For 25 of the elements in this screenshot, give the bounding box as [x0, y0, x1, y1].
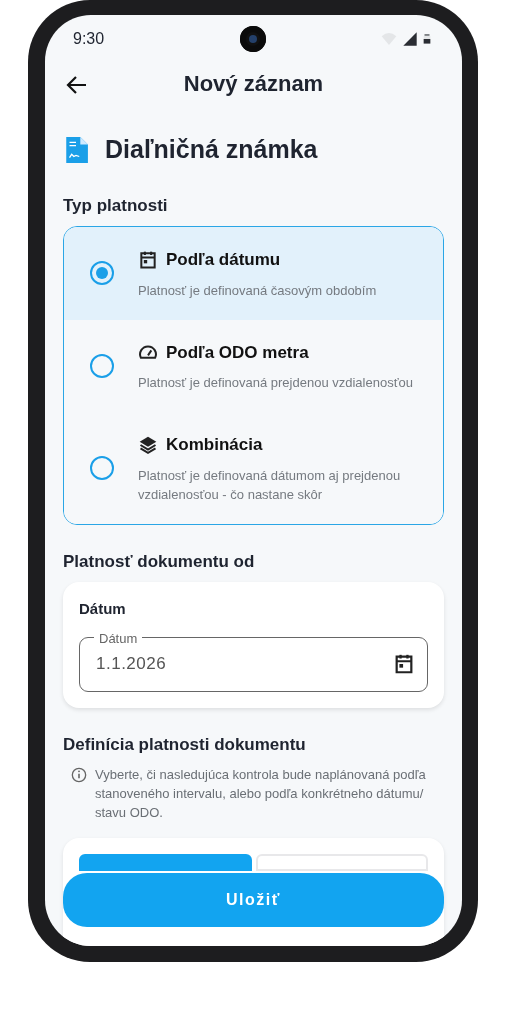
- document-title: Diaľničná známka: [105, 134, 318, 165]
- radio-button[interactable]: [90, 455, 114, 480]
- info-text: Vyberte, či nasledujúca kontrola bude naplánovaná podľa stanoveného intervalu, alebo podľa konkrétneho dátumu/ stavu ODO.: [95, 766, 427, 822]
- option-row[interactable]: Podľa dátumu Platnosť je definovaná časovým obdobím: [64, 227, 443, 320]
- calendar-icon: [138, 249, 158, 270]
- section-heading: Typ platnosti: [63, 194, 169, 217]
- option-description: Platnosť je definovaná časovým obdobím: [138, 281, 377, 300]
- signal-icon: [402, 31, 418, 47]
- layers-icon: [138, 434, 158, 455]
- section-heading: Platnosť dokumentu od: [63, 550, 256, 573]
- screen-title: Nový záznam: [182, 70, 325, 98]
- section-heading: Definícia platnosti dokumentu: [63, 733, 307, 756]
- radio-button[interactable]: [90, 353, 114, 378]
- info-icon: [71, 767, 87, 783]
- radio-button[interactable]: [90, 261, 114, 286]
- time-text: 9:30: [73, 29, 105, 49]
- option-title: Podľa dátumu: [166, 249, 281, 271]
- camera-hole: [240, 26, 266, 52]
- option-description: Platnosť je definovaná dátumom aj prejdenou vzdialenosťou - čo nastane skôr: [138, 466, 402, 504]
- field-value: 1.1.2026: [96, 653, 167, 676]
- card-label: Dátum: [79, 599, 127, 619]
- option-title: Kombinácia: [166, 434, 263, 456]
- calendar-icon[interactable]: [393, 653, 415, 675]
- option-description: Platnosť je definovaná prejdenou vzdialenosťou: [138, 374, 413, 392]
- option-title: Podľa ODO metra: [166, 341, 309, 364]
